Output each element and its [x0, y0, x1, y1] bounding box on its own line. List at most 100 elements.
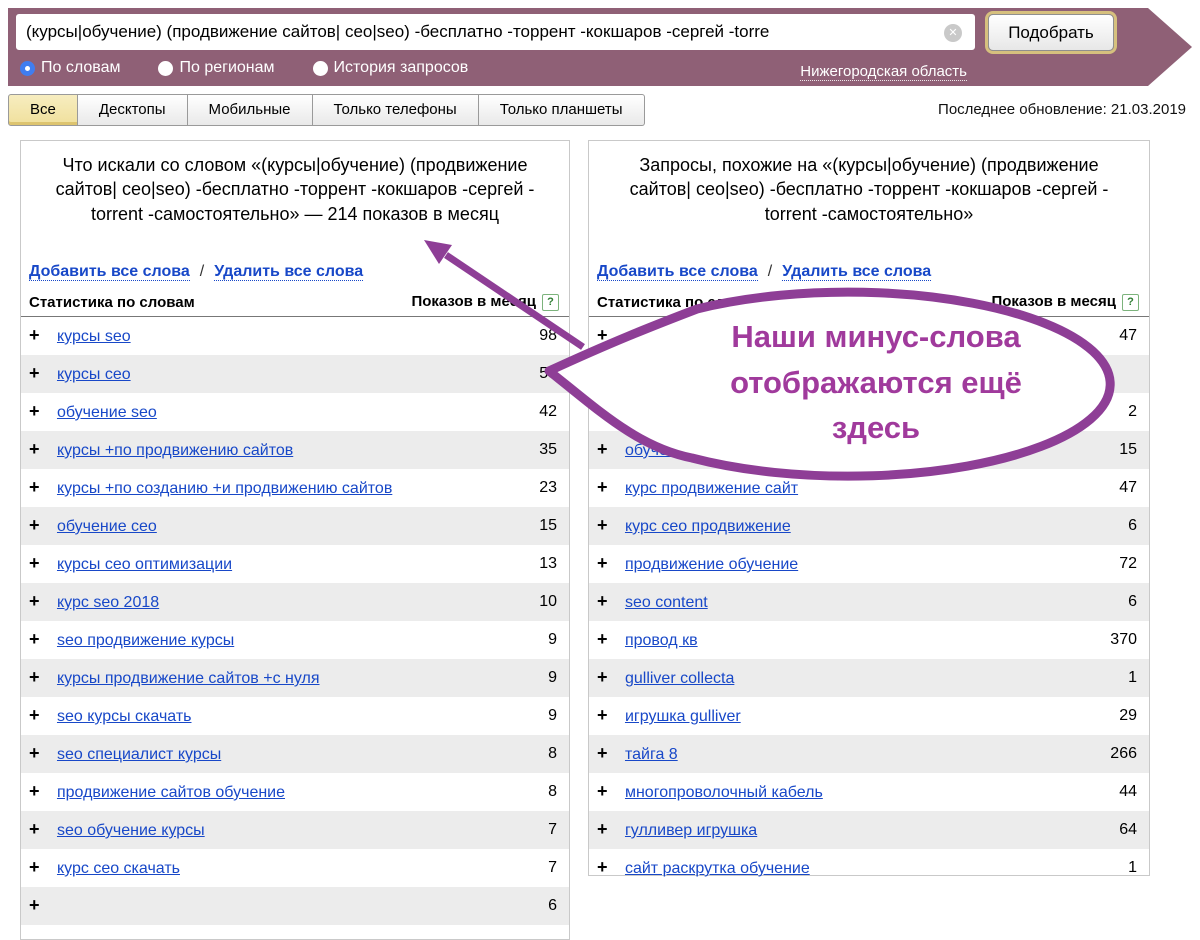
search-header-bar: ✕ Подобрать По словам По регионам Истори…: [8, 8, 1148, 86]
table-row: 47 + курс продвижение сайт: [589, 469, 1149, 507]
add-keyword-button[interactable]: +: [597, 819, 608, 840]
add-all-words-link[interactable]: Добавить все слова: [29, 263, 190, 281]
keyword-link[interactable]: сайт раскрутка обучение: [625, 860, 810, 877]
add-keyword-button[interactable]: +: [29, 705, 40, 726]
add-keyword-button[interactable]: +: [597, 439, 608, 460]
add-keyword-button[interactable]: +: [29, 743, 40, 764]
impressions-value: 64: [1119, 819, 1137, 840]
keyword-link[interactable]: курс продвижение сайт: [625, 480, 798, 497]
impressions-value: 35: [539, 439, 557, 460]
add-keyword-button[interactable]: +: [29, 477, 40, 498]
add-keyword-button[interactable]: +: [597, 591, 608, 612]
table-row: 9 + seo курсы скачать: [21, 697, 569, 735]
similar-queries-panel: Запросы, похожие на «(курсы|обучение) (п…: [588, 140, 1150, 876]
add-keyword-button[interactable]: +: [597, 857, 608, 878]
keyword-link[interactable]: провод кв: [625, 632, 698, 649]
table-row: 6 + seo content: [589, 583, 1149, 621]
mode-option-0[interactable]: По словам: [20, 59, 120, 77]
submit-button[interactable]: Подобрать: [988, 14, 1114, 51]
impressions-value: 23: [539, 477, 557, 498]
add-keyword-button[interactable]: +: [29, 591, 40, 612]
clear-search-icon[interactable]: ✕: [944, 24, 962, 42]
keyword-link[interactable]: курсы +по продвижению сайтов: [57, 442, 293, 459]
add-keyword-button[interactable]: +: [29, 667, 40, 688]
help-icon[interactable]: ?: [1122, 294, 1139, 311]
tab-3[interactable]: Только телефоны: [313, 94, 479, 126]
tab-4[interactable]: Только планшеты: [479, 94, 645, 126]
add-keyword-button[interactable]: +: [29, 553, 40, 574]
region-link[interactable]: Нижегородская область: [800, 63, 967, 81]
bulk-links-row: Добавить все слова/Удалить все слова: [29, 263, 569, 281]
table-row: 29 + игрушка gulliver: [589, 697, 1149, 735]
add-keyword-button[interactable]: +: [29, 439, 40, 460]
add-keyword-button[interactable]: +: [597, 477, 608, 498]
add-keyword-button[interactable]: +: [597, 553, 608, 574]
add-all-words-link[interactable]: Добавить все слова: [597, 263, 758, 281]
keyword-link[interactable]: обучение сео: [57, 518, 157, 535]
add-keyword-button[interactable]: +: [29, 857, 40, 878]
table-row: 7 + seo обучение курсы: [21, 811, 569, 849]
keyword-link[interactable]: курс сео продвижение: [625, 518, 791, 535]
keyword-link[interactable]: курсы +по созданию +и продвижению сайтов: [57, 480, 392, 497]
table-row: 8 + seo специалист курсы: [21, 735, 569, 773]
keyword-link[interactable]: seo обучение курсы: [57, 822, 205, 839]
add-keyword-button[interactable]: +: [597, 667, 608, 688]
add-keyword-button[interactable]: +: [29, 515, 40, 536]
add-keyword-button[interactable]: +: [597, 781, 608, 802]
add-keyword-button[interactable]: +: [29, 819, 40, 840]
add-keyword-button[interactable]: +: [597, 363, 608, 384]
mode-option-1[interactable]: По регионам: [158, 59, 274, 77]
keyword-link[interactable]: seo продвижение курсы: [57, 632, 234, 649]
help-icon[interactable]: ?: [542, 294, 559, 311]
table-row: 1 + gulliver collecta: [589, 659, 1149, 697]
add-keyword-button[interactable]: +: [597, 515, 608, 536]
keywords-panel: Что искали со словом «(курсы|обучение) (…: [20, 140, 570, 940]
keyword-link[interactable]: гулливер игрушка: [625, 822, 757, 839]
keyword-link[interactable]: курс сео скачать: [57, 860, 180, 877]
add-keyword-button[interactable]: +: [29, 325, 40, 346]
mode-option-2[interactable]: История запросов: [313, 59, 469, 77]
impressions-value: 72: [1119, 553, 1137, 574]
keyword-link[interactable]: seo content: [625, 594, 708, 611]
table-row: 98 + курсы seo: [21, 317, 569, 355]
keyword-link[interactable]: курсы сео оптимизации: [57, 556, 232, 573]
keyword-link[interactable]: тайга 8: [625, 746, 678, 763]
keyword-link[interactable]: продвижение сайтов обучение: [57, 784, 285, 801]
add-keyword-button[interactable]: +: [29, 781, 40, 802]
keyword-link[interactable]: seo специалист курсы: [57, 746, 221, 763]
add-keyword-button[interactable]: +: [29, 895, 40, 916]
keyword-link[interactable]: обучение seo: [57, 404, 157, 421]
keyword-link[interactable]: курсы продвижение сайтов +с нуля: [57, 670, 320, 687]
tab-2[interactable]: Мобильные: [188, 94, 313, 126]
add-keyword-button[interactable]: +: [29, 401, 40, 422]
add-keyword-button[interactable]: +: [29, 363, 40, 384]
add-keyword-button[interactable]: +: [597, 401, 608, 422]
keyword-link[interactable]: курс seo 2018: [57, 594, 159, 611]
tab-1[interactable]: Десктопы: [78, 94, 188, 126]
table-row: 8 + продвижение сайтов обучение: [21, 773, 569, 811]
keyword-link[interactable]: игрушка gulliver: [625, 708, 741, 725]
keyword-link[interactable]: курсы seo: [57, 328, 131, 345]
radio-icon[interactable]: [158, 61, 173, 76]
impressions-value: 1: [1128, 667, 1137, 688]
keyword-link[interactable]: курсы сео: [57, 366, 131, 383]
keyword-link[interactable]: обучение: [625, 442, 695, 459]
remove-all-words-link[interactable]: Удалить все слова: [214, 263, 363, 281]
add-keyword-button[interactable]: +: [29, 629, 40, 650]
impressions-value: 47: [1119, 325, 1137, 346]
add-keyword-button[interactable]: +: [597, 705, 608, 726]
search-input[interactable]: [16, 14, 975, 50]
radio-icon[interactable]: [20, 61, 35, 76]
keyword-link[interactable]: многопроволочный кабель: [625, 784, 823, 801]
add-keyword-button[interactable]: +: [597, 743, 608, 764]
add-keyword-button[interactable]: +: [597, 629, 608, 650]
add-keyword-button[interactable]: +: [597, 325, 608, 346]
remove-all-words-link[interactable]: Удалить все слова: [782, 263, 931, 281]
keyword-link[interactable]: продвижение обучение: [625, 556, 798, 573]
radio-icon[interactable]: [313, 61, 328, 76]
keyword-link[interactable]: seo курсы скачать: [57, 708, 192, 725]
keyword-link[interactable]: gulliver collecta: [625, 670, 734, 687]
tab-0[interactable]: Все: [8, 94, 78, 126]
impressions-value: 15: [539, 515, 557, 536]
impressions-value: 6: [548, 895, 557, 916]
